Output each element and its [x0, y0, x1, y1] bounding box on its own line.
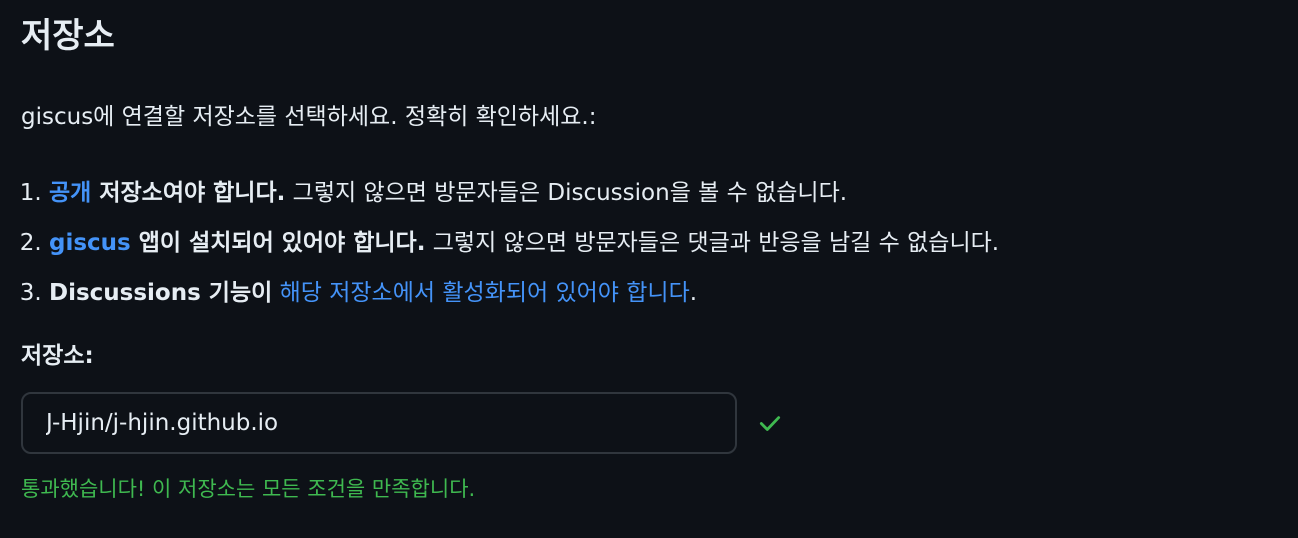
- requirement-discussions-space: [272, 280, 279, 306]
- success-message: 통과했습니다! 이 저장소는 모든 조건을 만족합니다.: [21, 477, 476, 501]
- intro-text: giscus에 연결할 저장소를 선택하세요. 정확히 확인하세요.:: [21, 104, 597, 130]
- requirement-app-bold: 앱이 설치되어 있어야 합니다.: [130, 230, 426, 256]
- requirement-app-rest: 그렇지 않으면 방문자들은 댓글과 반응을 남길 수 없습니다.: [425, 230, 1000, 256]
- requirement-app: giscus 앱이 설치되어 있어야 합니다. 그렇지 않으면 방문자들은 댓글…: [49, 218, 1298, 268]
- repository-label: 저장소:: [21, 343, 94, 369]
- requirement-public: 공개 저장소여야 합니다. 그렇지 않으면 방문자들은 Discussion을 …: [49, 168, 1298, 218]
- repository-config-section: 저장소 giscus에 연결할 저장소를 선택하세요. 정확히 확인하세요.: …: [0, 0, 1298, 538]
- requirement-public-rest: 그렇지 않으면 방문자들은 Discussion을 볼 수 없습니다.: [285, 180, 848, 206]
- requirement-discussions-bold: Discussions 기능이: [49, 280, 273, 306]
- repository-input[interactable]: [21, 392, 737, 454]
- enable-discussions-link[interactable]: 해당 저장소에서 활성화되어 있어야 합니다: [280, 280, 690, 306]
- requirement-discussions-rest: .: [689, 280, 698, 306]
- section-title: 저장소: [21, 16, 115, 56]
- repository-input-row: [21, 392, 783, 454]
- public-link[interactable]: 공개: [49, 180, 91, 206]
- requirement-discussions: Discussions 기능이 해당 저장소에서 활성화되어 있어야 합니다.: [49, 268, 1298, 318]
- check-icon: [757, 410, 783, 436]
- requirements-list: 공개 저장소여야 합니다. 그렇지 않으면 방문자들은 Discussion을 …: [21, 168, 1298, 318]
- requirement-public-bold: 저장소여야 합니다.: [91, 180, 286, 206]
- giscus-app-link[interactable]: giscus: [49, 230, 131, 256]
